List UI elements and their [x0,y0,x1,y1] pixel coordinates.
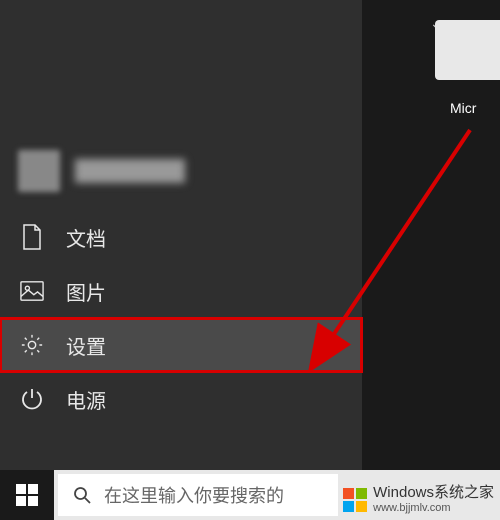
start-button[interactable] [0,470,54,520]
windows-logo-icon [16,484,38,506]
start-menu-list: 文档 图片 设置 [0,210,362,426]
power-icon [20,387,44,411]
search-icon [72,485,92,505]
desktop-app-label: Micr [450,100,500,116]
watermark-title: Windows系统之家 [373,485,494,502]
menu-item-settings[interactable]: 设置 [0,318,362,372]
menu-item-label: 文档 [66,223,106,252]
windows-color-logo-icon [343,488,367,512]
gear-icon [20,333,44,357]
menu-item-documents[interactable]: 文档 [0,210,362,264]
watermark-url: www.bjjmlv.com [373,502,494,514]
taskbar-search-input[interactable]: 在这里输入你要搜索的 [58,474,338,516]
start-menu-panel: 文档 图片 设置 [0,0,362,470]
menu-item-label: 图片 [66,277,106,306]
document-icon [20,225,44,249]
watermark: Windows系统之家 www.bjjmlv.com [343,485,494,514]
search-placeholder: 在这里输入你要搜索的 [104,482,284,508]
menu-item-label: 电源 [66,385,106,414]
user-account-row[interactable] [18,150,185,192]
user-name-label [75,159,185,183]
user-avatar [18,150,60,192]
desktop-app-tile[interactable] [435,20,500,80]
picture-icon [20,279,44,303]
menu-item-power[interactable]: 电源 [0,372,362,426]
menu-item-label: 设置 [66,331,106,360]
menu-item-pictures[interactable]: 图片 [0,264,362,318]
